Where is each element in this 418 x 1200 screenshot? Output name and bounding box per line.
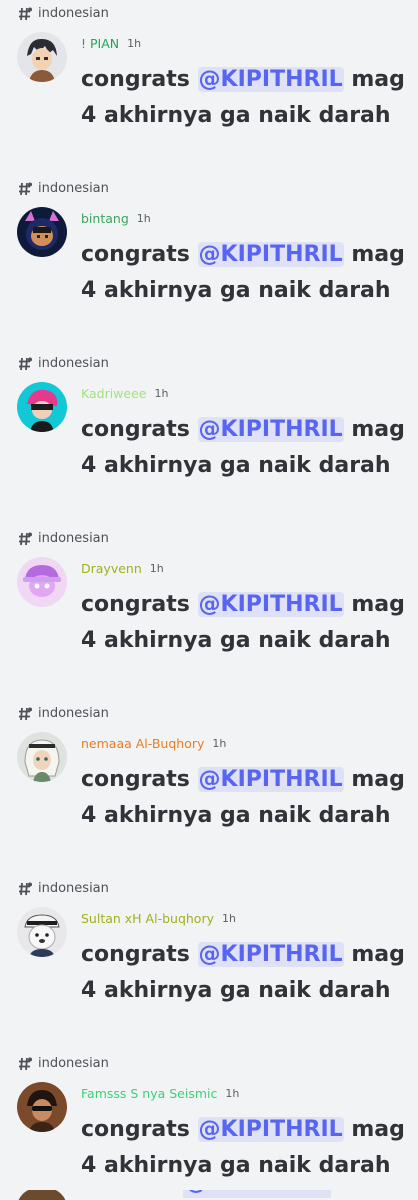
user-avatar[interactable] (17, 382, 67, 432)
message-block: indonesian Sultan xH Al-buqhory 1h congr… (0, 875, 418, 1050)
user-mention[interactable]: @KIPITHRIL (183, 1190, 332, 1198)
channel-link[interactable]: indonesian (18, 6, 109, 21)
user-mention[interactable]: @KIPITHRIL (197, 942, 344, 967)
message-text: congrats @KIPITHRIL mag 4 akhirnya ga na… (81, 237, 411, 309)
channel-name: indonesian (38, 881, 109, 896)
channel-hash-icon (18, 357, 32, 371)
channel-link[interactable]: indonesian (18, 1056, 109, 1071)
user-avatar[interactable] (17, 32, 67, 82)
channel-link[interactable]: indonesian (18, 356, 109, 371)
channel-hash-icon (18, 182, 32, 196)
message-block: indonesian ! PIAN 1h congrats @KIPITHRIL… (0, 0, 418, 175)
message-text: congrats @KIPITHRIL mag 4 akhirnya ga na… (81, 62, 411, 134)
timestamp: 1h (149, 562, 164, 575)
channel-name: indonesian (38, 181, 109, 196)
username[interactable]: Sultan xH Al-buqhory (81, 911, 214, 926)
user-mention[interactable]: @KIPITHRIL (197, 67, 344, 92)
user-mention[interactable]: @KIPITHRIL (197, 592, 344, 617)
user-avatar[interactable] (17, 207, 67, 257)
message-prefix: congrats (81, 767, 190, 792)
message-text: congrats @KIPITHRIL mag 4 akhirnya ga na… (81, 937, 411, 1009)
message-text: congrats @KIPITHRIL mag 4 akhirnya ga na… (81, 587, 411, 659)
timestamp: 1h (127, 37, 142, 50)
message-text: congrats @KIPITHRIL mag 4 akhirnya ga na… (81, 762, 411, 834)
user-mention[interactable]: @KIPITHRIL (197, 1117, 344, 1142)
username[interactable]: bintang (81, 211, 129, 226)
message-prefix: congrats (81, 242, 190, 267)
message-prefix: congrats (81, 67, 190, 92)
user-avatar[interactable] (17, 907, 67, 957)
message-prefix: congrats (81, 1117, 190, 1142)
timestamp: 1h (225, 1087, 240, 1100)
channel-name: indonesian (38, 356, 109, 371)
channel-link[interactable]: indonesian (18, 531, 109, 546)
message-feed: indonesian ! PIAN 1h congrats @KIPITHRIL… (0, 0, 418, 1200)
channel-name: indonesian (38, 706, 109, 721)
timestamp: 1h (222, 912, 236, 925)
user-mention[interactable]: @KIPITHRIL (197, 242, 344, 267)
user-avatar[interactable] (17, 1082, 67, 1132)
channel-hash-icon (18, 532, 32, 546)
channel-link[interactable]: indonesian (18, 181, 109, 196)
channel-hash-icon (18, 1057, 32, 1071)
user-avatar[interactable] (17, 1190, 67, 1200)
username[interactable]: ! PIAN (81, 36, 119, 51)
channel-name: indonesian (38, 1056, 109, 1071)
message-prefix: congrats (81, 417, 190, 442)
partial-next-message: @KIPITHRIL (0, 1190, 418, 1200)
channel-hash-icon (18, 7, 32, 21)
user-avatar[interactable] (17, 557, 67, 607)
timestamp: 1h (136, 212, 151, 225)
message-block: indonesian nemaaa Al-Buqhory 1h congrats… (0, 700, 418, 875)
message-text: congrats @KIPITHRIL mag 4 akhirnya ga na… (81, 1112, 411, 1184)
username[interactable]: Famsss S nya Seismic (81, 1086, 217, 1101)
message-block: indonesian bintang 1h congrats @KIPITHRI… (0, 175, 418, 350)
username[interactable]: Drayvenn (81, 561, 142, 576)
channel-hash-icon (18, 707, 32, 721)
user-mention[interactable]: @KIPITHRIL (197, 417, 344, 442)
username[interactable]: nemaaa Al-Buqhory (81, 736, 204, 751)
user-avatar[interactable] (17, 732, 67, 782)
channel-name: indonesian (38, 531, 109, 546)
channel-name: indonesian (38, 6, 109, 21)
message-prefix: congrats (81, 592, 190, 617)
user-mention[interactable]: @KIPITHRIL (197, 767, 344, 792)
timestamp: 1h (212, 737, 227, 750)
channel-link[interactable]: indonesian (18, 706, 109, 721)
message-prefix: congrats (81, 942, 190, 967)
message-block: indonesian Kadriweee 1h congrats @KIPITH… (0, 350, 418, 525)
channel-hash-icon (18, 882, 32, 896)
message-text: congrats @KIPITHRIL mag 4 akhirnya ga na… (81, 412, 411, 484)
message-block: indonesian Drayvenn 1h congrats @KIPITHR… (0, 525, 418, 700)
message-block: indonesian Famsss S nya Seismic 1h congr… (0, 1050, 418, 1200)
channel-link[interactable]: indonesian (18, 881, 109, 896)
timestamp: 1h (154, 387, 169, 400)
username[interactable]: Kadriweee (81, 386, 146, 401)
